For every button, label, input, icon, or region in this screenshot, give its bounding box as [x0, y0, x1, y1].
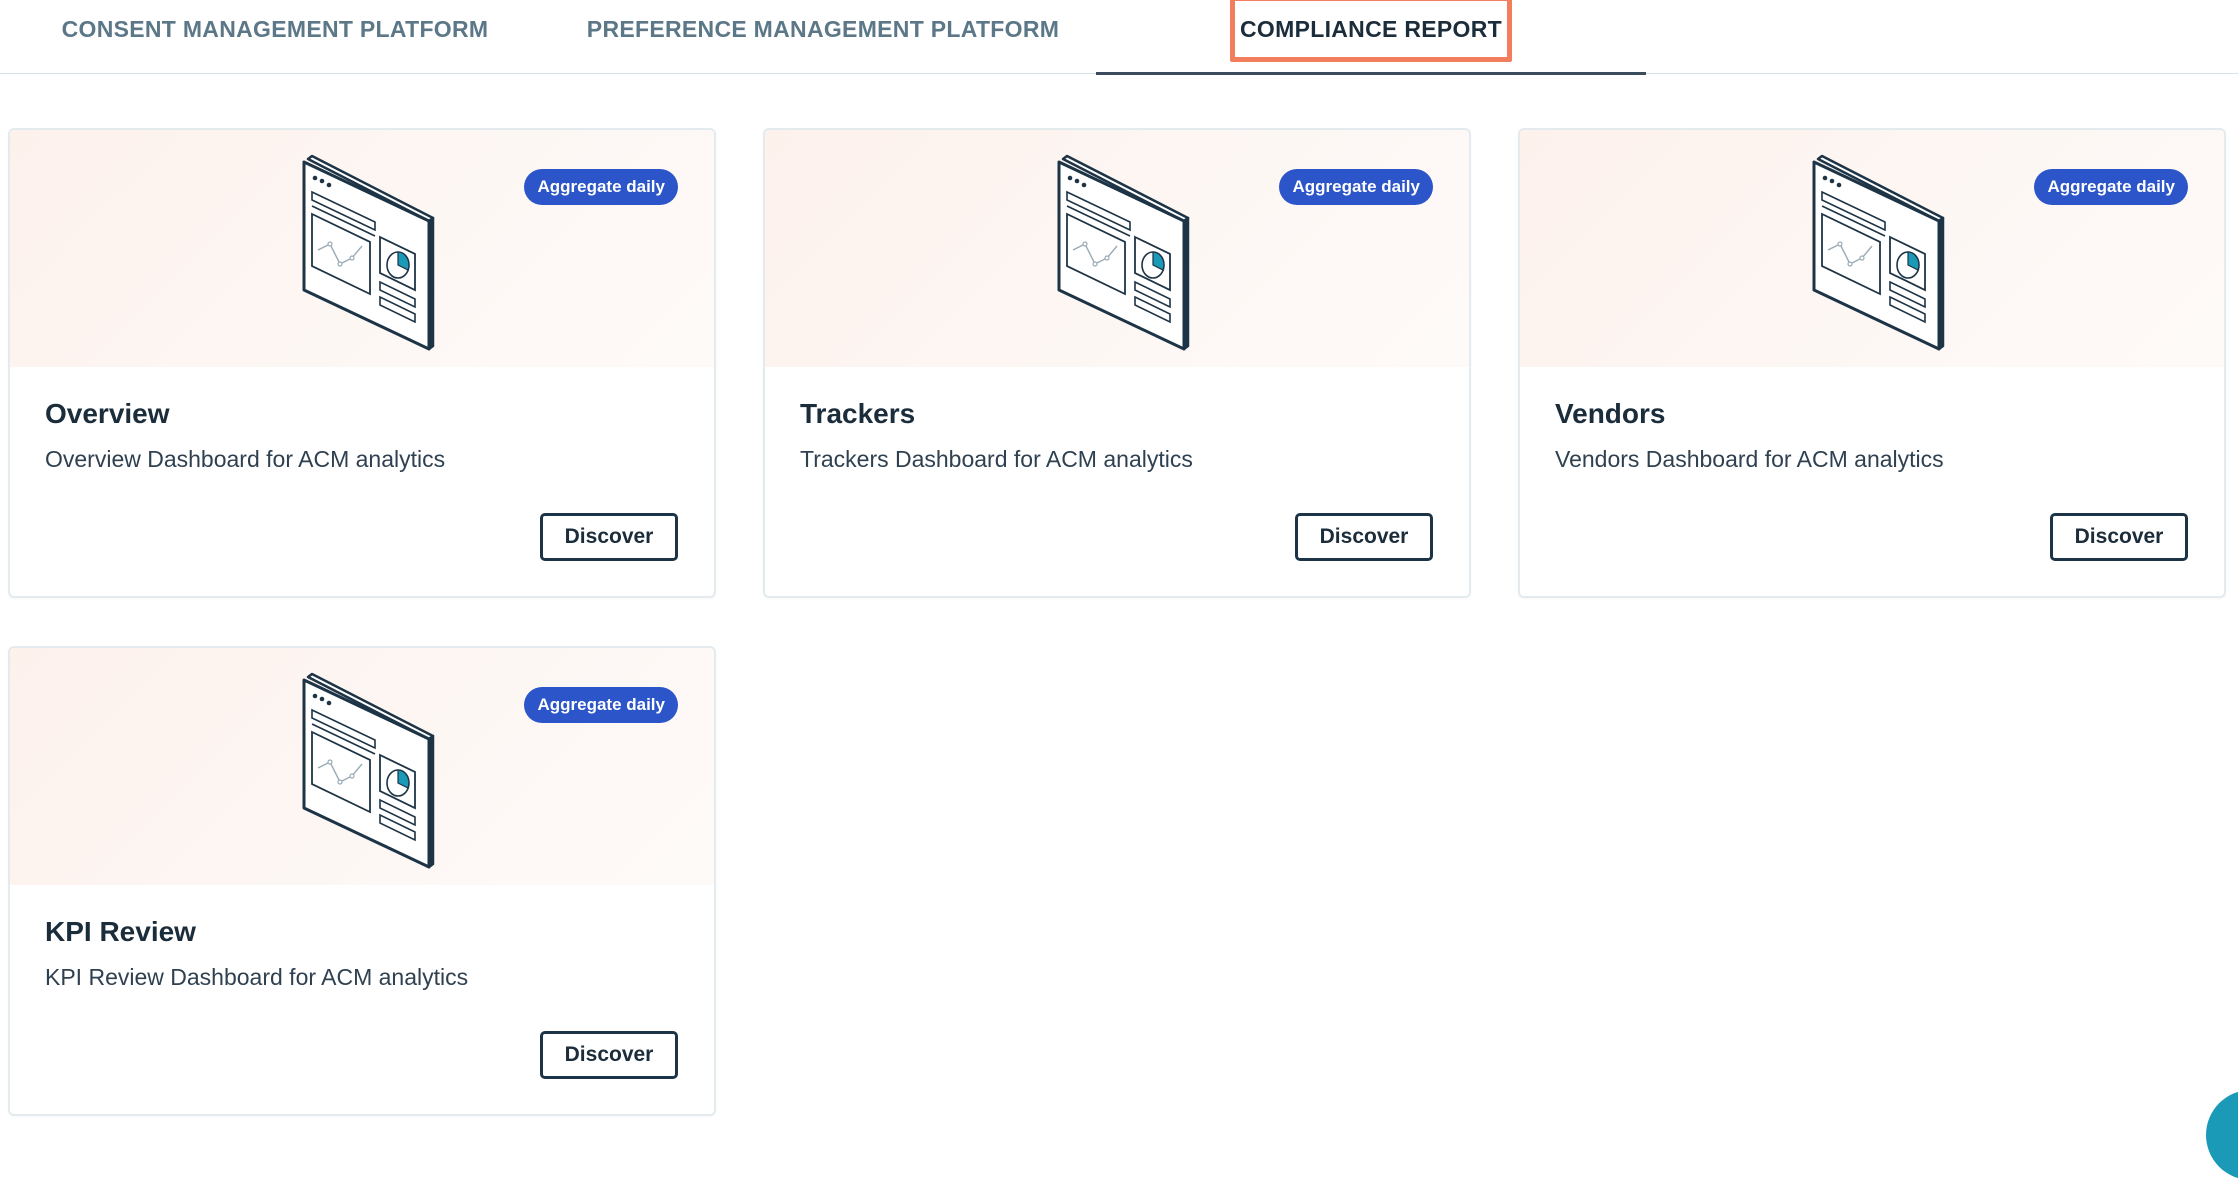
- dashboard-card-trackers: Aggregate daily Trackers Trackers Dashbo…: [763, 128, 1471, 598]
- discover-button[interactable]: Discover: [540, 1031, 678, 1079]
- dashboard-card-kpi-review: Aggregate daily KPI Review KPI Review Da…: [8, 646, 716, 1116]
- discover-button[interactable]: Discover: [2050, 513, 2188, 561]
- tab-label: CONSENT MANAGEMENT PLATFORM: [61, 15, 489, 42]
- dashboard-illustration-icon: [302, 154, 435, 351]
- discover-button[interactable]: Discover: [540, 513, 678, 561]
- dashboard-card-vendors: Aggregate daily Vendors Vendors Dashboar…: [1518, 128, 2226, 598]
- dashboard-illustration-icon: [302, 672, 435, 869]
- tab-highlight-box: [1230, 0, 1512, 62]
- tab-label: PREFERENCE MANAGEMENT PLATFORM: [586, 15, 1060, 42]
- active-tab-indicator: [1096, 72, 1646, 75]
- card-hero: Aggregate daily: [10, 130, 714, 367]
- card-title: Trackers: [800, 398, 916, 429]
- card-hero: Aggregate daily: [1520, 130, 2224, 367]
- card-hero: Aggregate daily: [765, 130, 1469, 367]
- tab-preference-management-platform[interactable]: PREFERENCE MANAGEMENT PLATFORM: [550, 0, 1096, 74]
- aggregate-daily-badge: Aggregate daily: [2034, 169, 2188, 205]
- card-description: KPI Review Dashboard for ACM analytics: [45, 964, 469, 990]
- card-title: Overview: [45, 398, 170, 429]
- platform-tabs: CONSENT MANAGEMENT PLATFORM PREFERENCE M…: [0, 0, 2238, 75]
- aggregate-daily-badge: Aggregate daily: [1279, 169, 1433, 205]
- discover-button[interactable]: Discover: [1295, 513, 1433, 561]
- card-description: Overview Dashboard for ACM analytics: [45, 446, 446, 472]
- card-title: Vendors: [1555, 398, 1666, 429]
- dashboard-illustration-icon: [1057, 154, 1190, 351]
- aggregate-daily-badge: Aggregate daily: [524, 169, 678, 205]
- chat-launcher-button[interactable]: [2206, 1090, 2238, 1180]
- dashboard-card-overview: Aggregate daily Overview Overview Dashbo…: [8, 128, 716, 598]
- card-description: Vendors Dashboard for ACM analytics: [1555, 446, 1944, 472]
- tab-consent-management-platform[interactable]: CONSENT MANAGEMENT PLATFORM: [0, 0, 550, 74]
- card-hero: Aggregate daily: [10, 648, 714, 885]
- card-description: Trackers Dashboard for ACM analytics: [800, 446, 1193, 472]
- tab-compliance-report[interactable]: COMPLIANCE REPORT: [1096, 0, 1646, 75]
- card-title: KPI Review: [45, 916, 196, 947]
- dashboard-illustration-icon: [1812, 154, 1945, 351]
- aggregate-daily-badge: Aggregate daily: [524, 687, 678, 723]
